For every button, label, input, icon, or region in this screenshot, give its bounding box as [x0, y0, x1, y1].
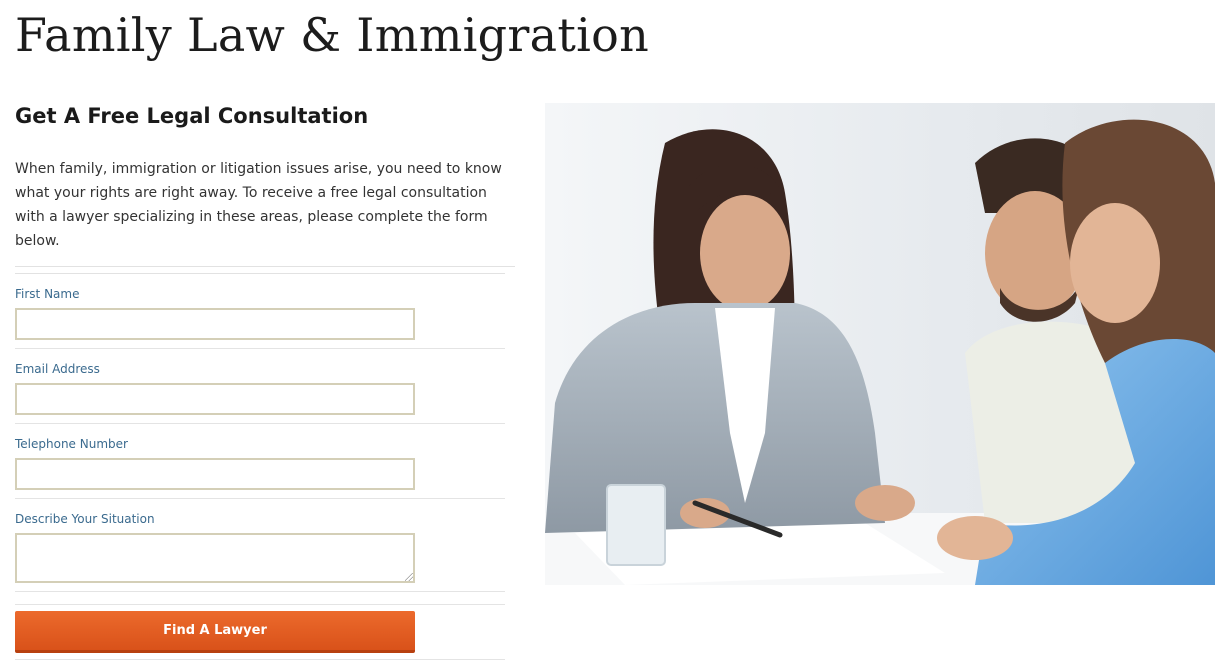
telephone-label: Telephone Number — [15, 437, 128, 451]
consultation-section: Get A Free Legal Consultation When famil… — [15, 100, 520, 660]
telephone-row: Telephone Number — [15, 424, 505, 499]
first-name-label: First Name — [15, 287, 80, 301]
lawyer-meeting-couple-photo-icon — [545, 103, 1215, 585]
resize-grip-icon[interactable] — [405, 573, 413, 581]
first-name-input[interactable] — [15, 308, 415, 340]
submit-row: Find A Lawyer — [15, 604, 505, 660]
email-input[interactable] — [15, 383, 415, 415]
situation-textarea[interactable] — [15, 533, 415, 583]
email-row: Email Address — [15, 349, 505, 424]
find-lawyer-button[interactable]: Find A Lawyer — [15, 611, 415, 653]
consultation-photo — [545, 103, 1215, 585]
form-divider — [15, 266, 515, 267]
telephone-input[interactable] — [15, 458, 415, 490]
situation-row: Describe Your Situation — [15, 499, 505, 592]
first-name-row: First Name — [15, 274, 505, 349]
consultation-heading: Get A Free Legal Consultation — [15, 104, 369, 128]
situation-label: Describe Your Situation — [15, 512, 155, 526]
consultation-form: First Name Email Address Telephone Numbe… — [15, 274, 520, 660]
email-label: Email Address — [15, 362, 100, 376]
page-title: Family Law & Immigration — [15, 8, 650, 62]
consultation-intro: When family, immigration or litigation i… — [15, 161, 502, 249]
